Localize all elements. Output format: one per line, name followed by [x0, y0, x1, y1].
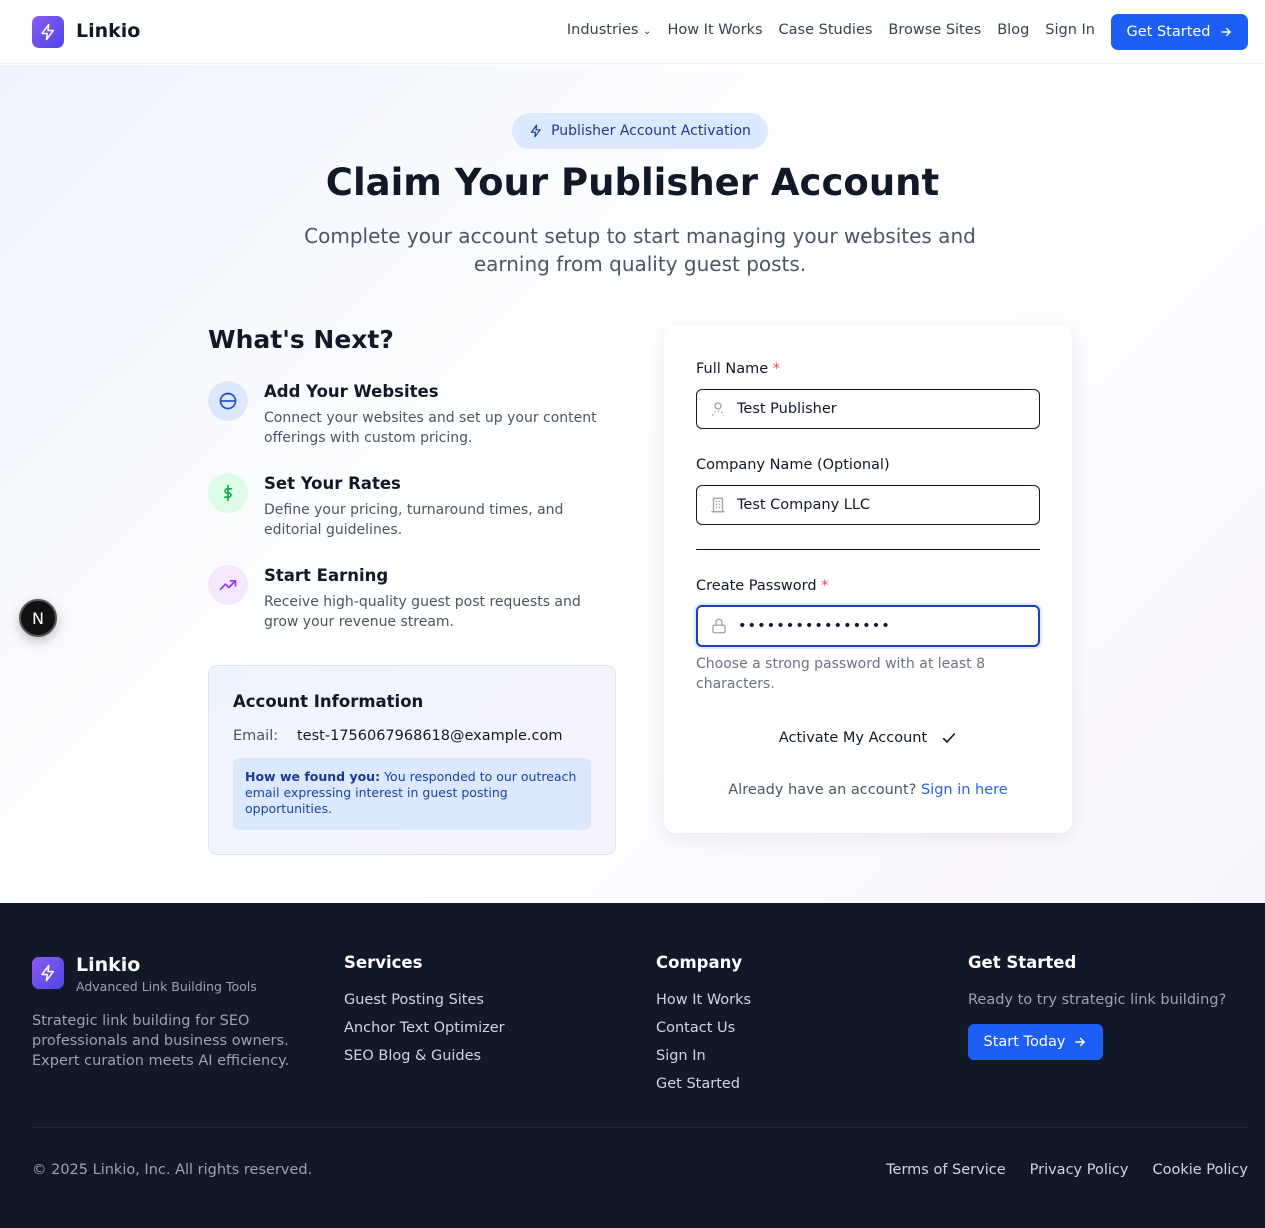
building-icon: [711, 497, 725, 513]
nav-sign-in[interactable]: Sign In: [1045, 22, 1095, 38]
footer-link[interactable]: Sign In: [656, 1048, 751, 1076]
user-icon: [712, 402, 724, 416]
activation-badge: Publisher Account Activation: [512, 113, 768, 149]
footer-link[interactable]: Guest Posting Sites: [344, 992, 505, 1020]
full-name-label: Full Name *: [696, 361, 781, 377]
activate-account-button[interactable]: Activate My Account: [696, 725, 1040, 751]
whats-next-heading: What's Next?: [208, 325, 394, 354]
company-field[interactable]: Test Company LLC: [696, 485, 1040, 525]
how-found-note: How we found you: You responded to our o…: [233, 758, 591, 830]
page-subtitle: Complete your account setup to start man…: [304, 224, 976, 276]
nav-links: Industries ⌄ How It Works Case Studies B…: [567, 22, 1095, 38]
account-info-title: Account Information: [233, 692, 424, 711]
dev-tools-button[interactable]: N: [19, 599, 57, 637]
form-divider: [696, 549, 1040, 550]
get-started-heading: Get Started: [968, 953, 1077, 972]
footer-link[interactable]: How It Works: [656, 992, 751, 1020]
legal-links: Terms of Service Privacy Policy Cookie P…: [886, 1162, 1248, 1178]
footer-ready-text: Ready to try strategic link building?: [968, 992, 1227, 1008]
hero-section: Publisher Account Activation Claim Your …: [0, 65, 1265, 903]
arrow-right-icon: [1075, 1037, 1086, 1047]
logo-icon[interactable]: [32, 957, 64, 989]
password-hint: Choose a strong password with at least 8…: [696, 656, 985, 692]
brand-name[interactable]: Linkio: [76, 20, 140, 42]
footer-get-started: Get Started Ready to try strategic link …: [968, 953, 1226, 1060]
services-heading: Services: [344, 953, 423, 972]
company-label: Company Name (Optional): [696, 457, 890, 473]
dollar-icon: [208, 473, 248, 513]
lock-icon: [712, 618, 726, 634]
arrow-right-icon: [1220, 27, 1231, 37]
logo-icon[interactable]: [32, 16, 64, 48]
full-name-field[interactable]: Test Publisher: [696, 389, 1040, 429]
top-nav: Linkio Industries ⌄ How It Works Case St…: [0, 0, 1265, 64]
footer-description: Strategic link building for SEO professi…: [32, 1013, 290, 1069]
chevron-down-icon: ⌄: [643, 26, 652, 37]
step-desc: Define your pricing, turnaround times, a…: [264, 502, 564, 538]
password-field[interactable]: ••••••••••••••••: [696, 605, 1040, 647]
step-title: Set Your Rates: [264, 474, 401, 493]
cookie-link[interactable]: Cookie Policy: [1152, 1162, 1248, 1178]
activation-form: Full Name * Test Publisher Company Name …: [664, 325, 1072, 833]
nav-case-studies[interactable]: Case Studies: [779, 22, 873, 38]
start-today-button[interactable]: Start Today: [968, 1024, 1103, 1060]
account-info-panel: Account Information Email: test-17560679…: [208, 665, 616, 855]
step-desc: Receive high-quality guest post requests…: [264, 594, 581, 630]
check-icon: [943, 733, 956, 744]
globe-icon: [208, 381, 248, 421]
sign-in-prompt: Already have an account? Sign in here: [728, 782, 1008, 798]
footer-company: Company How It Works Contact Us Sign In …: [656, 953, 751, 1104]
trending-up-icon: [208, 565, 248, 605]
terms-link[interactable]: Terms of Service: [886, 1162, 1005, 1178]
password-label: Create Password *: [696, 578, 829, 594]
company-heading: Company: [656, 953, 743, 972]
nav-blog[interactable]: Blog: [997, 22, 1029, 38]
nav-how-it-works[interactable]: How It Works: [667, 22, 762, 38]
page-title: Claim Your Publisher Account: [325, 161, 940, 204]
step-title: Add Your Websites: [264, 382, 439, 401]
footer-link[interactable]: Get Started: [656, 1076, 751, 1104]
step-title: Start Earning: [264, 566, 389, 585]
footer-brand[interactable]: Linkio: [76, 954, 140, 976]
lightning-icon: [530, 124, 541, 138]
footer-link[interactable]: SEO Blog & Guides: [344, 1048, 505, 1076]
get-started-button[interactable]: Get Started: [1111, 14, 1248, 50]
step-desc: Connect your websites and set up your co…: [264, 410, 597, 446]
footer-divider: [32, 1127, 1248, 1128]
footer-link[interactable]: Contact Us: [656, 1020, 751, 1048]
privacy-link[interactable]: Privacy Policy: [1030, 1162, 1129, 1178]
footer-services: Services Guest Posting Sites Anchor Text…: [344, 953, 505, 1076]
email-value: test-1756067968618@example.com: [297, 728, 563, 744]
footer-link[interactable]: Anchor Text Optimizer: [344, 1020, 505, 1048]
footer: Linkio Advanced Link Building Tools Stra…: [0, 903, 1265, 1228]
footer-tagline: Advanced Link Building Tools: [76, 979, 257, 994]
email-label: Email:: [233, 728, 279, 744]
nav-browse-sites[interactable]: Browse Sites: [888, 22, 981, 38]
copyright: © 2025 Linkio, Inc. All rights reserved.: [32, 1162, 313, 1178]
nav-industries[interactable]: Industries ⌄: [567, 22, 652, 38]
sign-in-link[interactable]: Sign in here: [921, 782, 1008, 798]
